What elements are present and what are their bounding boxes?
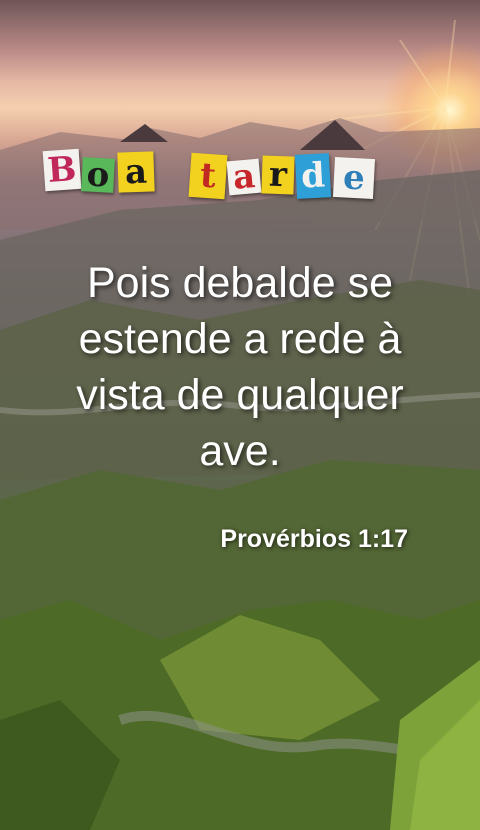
greeting-letter: B (46, 149, 78, 191)
greeting-letter-tile: d (294, 153, 332, 199)
greeting-letter-tile: t (188, 152, 228, 200)
greeting-letter: d (300, 155, 326, 197)
greeting-letter: t (198, 155, 218, 197)
greeting-letter: a (231, 156, 257, 198)
greeting-letter: a (124, 151, 148, 193)
bible-verse-reference: Provérbios 1:17 (220, 525, 408, 553)
greeting-letter-tile: r (261, 154, 295, 196)
greeting-letter-tile: a (117, 151, 155, 193)
greeting-letter-tile: o (81, 154, 115, 196)
greeting-letter: o (85, 154, 111, 196)
greeting-sticker-boa-tarde: B o a t a r d e (42, 146, 384, 206)
greeting-letter: e (342, 157, 366, 199)
bible-verse-text: Pois debalde se estende a rede à vista d… (76, 259, 404, 475)
greeting-letter-tile: a (226, 156, 262, 198)
greeting-letter-tile: B (42, 148, 82, 192)
greeting-letter-tile: e (332, 156, 376, 200)
greeting-letter: r (268, 154, 288, 196)
wallpaper-background: B o a t a r d e Pois debalde se estende … (0, 0, 480, 830)
